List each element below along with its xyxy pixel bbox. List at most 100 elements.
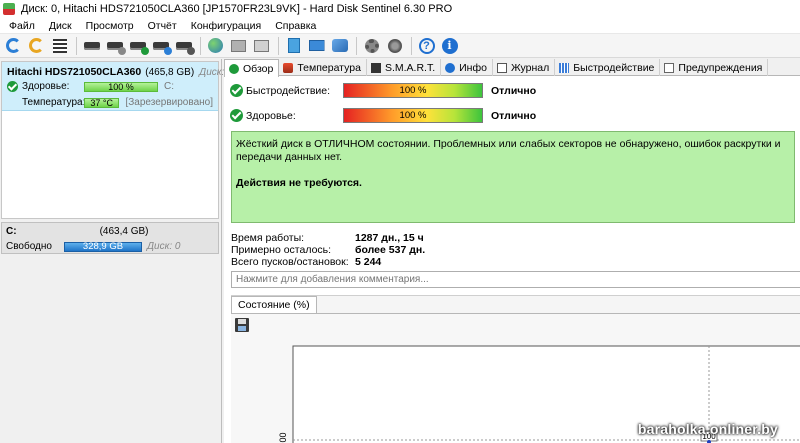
disk-list-panel: Hitachi HDS721050CLA360 (465,8 GB) Диск:… [0,59,233,443]
refresh-button[interactable] [3,36,24,56]
refresh-icon [6,38,21,53]
toolbar-separator [356,36,357,55]
menu-view[interactable]: Просмотр [79,18,141,34]
tab-bar: Обзор Температура S.M.A.R.T. Инфо Журнал… [224,59,800,77]
menu-disk[interactable]: Диск [42,18,79,34]
refresh-all-icon [29,38,44,53]
status-message-box: Жёсткий диск в ОТЛИЧНОМ состоянии. Пробл… [231,131,795,223]
about-button[interactable]: i [439,36,460,56]
menu-bar: Файл Диск Просмотр Отчёт Конфигурация Сп… [0,18,800,34]
sound-button[interactable] [384,36,405,56]
disk-search-button[interactable] [173,36,195,56]
toolbar-separator [76,36,77,55]
disk-button[interactable] [81,36,102,56]
disk-card-header[interactable]: Hitachi HDS721050CLA360 (465,8 GB) Диск:… [2,62,233,111]
disk-ok-icon [129,41,149,55]
tab-smart[interactable]: S.M.A.R.T. [367,59,442,76]
network-icon [331,39,348,52]
check-circle-icon [229,63,239,74]
tab-log[interactable]: Журнал [493,59,556,76]
settings-button[interactable] [361,36,382,56]
health-ok-icon [7,81,18,92]
app-icon [3,3,15,15]
free-space-label: Свободно [6,241,52,252]
mail-button[interactable] [306,36,327,56]
performance-status-row: Быстродействие: 100 % Отлично [230,83,536,98]
health-ok-icon [230,109,243,122]
gear-icon [364,38,379,53]
recommended-action: Действия не требуются. [236,177,362,189]
tab-info[interactable]: Инфо [441,59,493,76]
menu-help[interactable]: Справка [268,18,323,34]
status-message: Жёсткий диск в ОТЛИЧНОМ состоянии. Пробл… [236,138,781,163]
main-panel: Обзор Температура S.M.A.R.T. Инфо Журнал… [224,59,800,443]
toolbar-separator [278,36,279,55]
tab-performance[interactable]: Быстродействие [555,59,661,76]
disk-card[interactable]: Hitachi HDS721050CLA360 (465,8 GB) Диск:… [1,61,233,219]
disk-check-icon [152,41,172,55]
box-button[interactable] [228,36,249,56]
health-bar: 100 % [343,108,483,123]
tab-temperature[interactable]: Температура [279,59,367,76]
disk-search-icon [175,41,195,55]
disk-size: (465,8 GB) [145,67,195,78]
tab-overview[interactable]: Обзор [224,59,280,77]
chart-tab-status[interactable]: Состояние (%) [231,296,317,313]
performance-chart-icon [559,62,570,73]
disk-name: Hitachi HDS721050CLA360 [7,66,142,78]
mail-icon [308,40,325,51]
free-space-bar: 328,9 GB [64,241,142,252]
toolbar-separator [411,36,412,55]
disk-temp-row: Температура: 37 °C [Зарезервировано] [7,95,213,110]
print-button[interactable] [251,36,272,56]
health-label: Здоровье: [22,81,70,92]
stat-row: Время работы: 1287 дн., 15 ч [231,232,424,244]
temperature-bar: 37 °C [84,97,120,108]
disk-ok-button[interactable] [127,36,149,56]
warnings-icon [664,62,675,73]
box-icon [231,39,246,52]
temperature-label: Температура: [22,97,86,108]
volume-size: (463,4 GB) [99,226,149,237]
speaker-icon [387,38,402,53]
info-icon [445,62,456,73]
disk-tool-icon [106,41,126,55]
toolbar: ? i [0,34,800,58]
help-icon: ? [418,37,435,54]
volume-card[interactable]: C: (463,4 GB) Свободно 328,9 GB Диск: 0 [1,222,219,254]
health-status-row: Здоровье: 100 % Отлично [230,108,536,123]
menu-report[interactable]: Отчёт [141,18,184,34]
window-title: Диск: 0, Hitachi HDS721050CLA360 [JP1570… [21,3,453,15]
temperature-extra: [Зарезервировано] [125,97,213,108]
stat-row: Всего пусков/остановок: 5 244 [231,256,382,268]
disk-icon [83,41,100,50]
tab-warnings[interactable]: Предупреждения [660,59,769,76]
network-button[interactable] [329,36,350,56]
stat-row: Примерно осталось: более 537 дн. [231,244,426,256]
info-icon: i [441,37,458,54]
save-chart-icon[interactable] [235,318,249,332]
disk-stats: Время работы: 1287 дн., 15 ч Примерно ост… [231,232,425,268]
disk-tool-button[interactable] [104,36,126,56]
report-doc-icon [287,38,300,53]
refresh-all-button[interactable] [26,36,47,56]
menu-file[interactable]: Файл [2,18,42,34]
performance-label: Быстродействие: [246,84,331,97]
disk-list-icon [52,38,67,53]
report-button[interactable] [283,36,304,56]
log-icon [496,62,507,73]
health-drive-letter: C: [164,81,174,92]
performance-bar: 100 % [343,83,483,98]
menu-configuration[interactable]: Конфигурация [184,18,268,34]
performance-status: Отлично [491,84,537,97]
network-globe-button[interactable] [205,36,226,56]
help-button[interactable]: ? [416,36,437,56]
volume-letter: C: [6,226,17,237]
toolbar-separator [200,36,201,55]
thermometer-icon [283,62,294,73]
printer-icon [254,39,269,52]
network-globe-icon [208,38,223,53]
disk-check-button[interactable] [150,36,172,56]
comment-input[interactable] [231,271,800,288]
disk-list-button[interactable] [49,36,70,56]
